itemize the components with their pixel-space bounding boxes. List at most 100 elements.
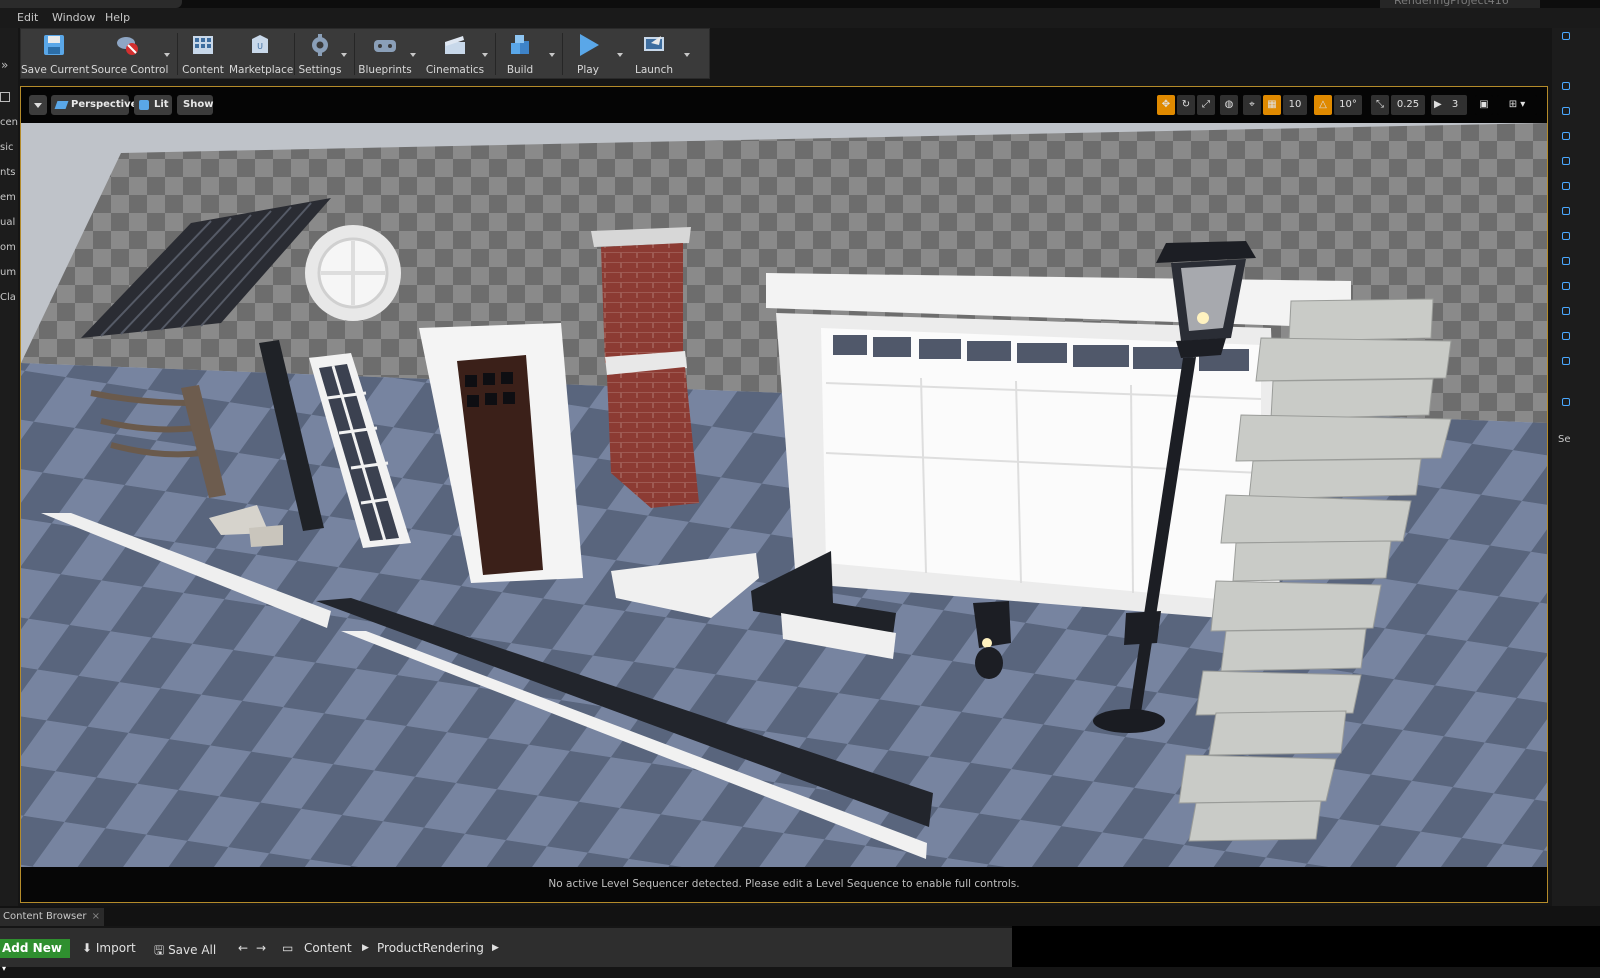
save-icon [44, 35, 64, 55]
blueprints-button[interactable]: Blueprints [357, 29, 413, 79]
cinematics-button[interactable]: Cinematics [424, 29, 486, 79]
launch-dropdown-icon[interactable] [684, 53, 690, 57]
menu-window[interactable]: Window [52, 11, 95, 24]
toolbar-separator [562, 33, 563, 75]
gear-icon [312, 34, 328, 56]
save-icon: 🖫 [154, 943, 165, 957]
outliner-eye-icon[interactable] [1562, 357, 1570, 365]
grid-snap-icon[interactable]: ▦ [1263, 95, 1281, 115]
outliner-eye-icon[interactable] [1562, 282, 1570, 290]
translate-tool-icon[interactable]: ✥ [1157, 95, 1175, 115]
toolbar-separator [177, 33, 178, 75]
left-label-7[interactable]: Cla [0, 292, 16, 303]
close-icon[interactable]: × [92, 908, 100, 926]
rotation-snap-value[interactable]: 10° [1334, 95, 1362, 115]
outliner-eye-icon[interactable] [1562, 32, 1570, 40]
lit-mode-button[interactable]: Lit [134, 95, 172, 115]
scale-snap-icon[interactable]: ⤡ [1371, 95, 1389, 115]
add-new-button[interactable]: Add New ▾ [0, 939, 70, 973]
settings-button[interactable]: Settings [297, 29, 343, 79]
content-browser-tabbar: Content Browser × [0, 906, 1600, 926]
folder-icon[interactable]: ▭ [282, 941, 293, 955]
left-label-5[interactable]: om [0, 242, 16, 253]
lit-sphere-icon [139, 100, 149, 110]
toolbar-separator [495, 33, 496, 75]
camera-speed-button[interactable]: ▶ 3 [1431, 95, 1467, 115]
chevron-down-icon [34, 103, 42, 108]
rotate-tool-icon[interactable]: ↻ [1177, 95, 1195, 115]
viewport-options-button[interactable] [29, 95, 47, 115]
level-tab[interactable] [0, 0, 182, 8]
menu-help[interactable]: Help [105, 11, 130, 24]
rotation-snap-icon[interactable]: △ [1314, 95, 1332, 115]
outliner-eye-icon[interactable] [1562, 82, 1570, 90]
blueprints-dropdown-icon[interactable] [410, 53, 416, 57]
import-button[interactable]: ⬇ Import [82, 941, 136, 955]
outliner-eye-icon[interactable] [1562, 182, 1570, 190]
source-control-dropdown-icon[interactable] [164, 53, 170, 57]
content-browser-toolbar: Add New ▾ ⬇ Import 🖫 Save All ← → ▭ Cont… [0, 928, 1012, 973]
launch-icon [644, 36, 664, 51]
content-grid-icon [193, 36, 213, 54]
import-icon: ⬇ [82, 941, 93, 955]
menu-bar: Edit Window Help [0, 8, 1600, 28]
launch-button[interactable]: Launch [629, 29, 679, 79]
save-all-button[interactable]: 🖫 Save All [154, 941, 216, 962]
expand-icon[interactable]: » [1, 58, 8, 72]
viewport-layout-icon[interactable]: ⊞ ▾ [1497, 95, 1537, 115]
breadcrumb-productrendering[interactable]: ProductRendering [377, 941, 484, 955]
left-label-0[interactable]: cen [0, 117, 18, 128]
outliner-eye-icon[interactable] [1562, 307, 1570, 315]
content-browser-tab[interactable]: Content Browser × [0, 908, 104, 926]
breadcrumb-chevron-icon[interactable]: ▶ [492, 943, 499, 953]
outliner-eye-icon[interactable] [1562, 207, 1570, 215]
project-name: RenderingProject416 [1380, 0, 1540, 8]
clapperboard-icon [445, 36, 465, 54]
sequencer-status: No active Level Sequencer detected. Plea… [21, 867, 1547, 902]
build-button[interactable]: Build [497, 29, 543, 79]
breadcrumb-content[interactable]: Content [304, 941, 352, 955]
perspective-button[interactable]: Perspective [51, 95, 137, 115]
scene-image [21, 123, 1547, 867]
outliner-eye-icon[interactable] [1562, 157, 1570, 165]
save-current-button[interactable]: Save Current [21, 29, 90, 79]
surface-snap-icon[interactable]: ⌖ [1243, 95, 1261, 115]
outliner-eye-icon[interactable] [1562, 257, 1570, 265]
left-label-3[interactable]: em [0, 192, 16, 203]
world-local-icon[interactable]: ◍ [1220, 95, 1238, 115]
perspective-icon [54, 101, 69, 109]
play-button[interactable]: Play [565, 29, 611, 79]
left-label-1[interactable]: sic [0, 142, 14, 153]
outliner-eye-icon[interactable] [1562, 132, 1570, 140]
left-panel-strip: » cen sic nts em ual om um Cla [0, 28, 18, 908]
cinematics-dropdown-icon[interactable] [482, 53, 488, 57]
build-dropdown-icon[interactable] [549, 53, 555, 57]
settings-dropdown-icon[interactable] [341, 53, 347, 57]
outliner-eye-icon[interactable] [1562, 332, 1570, 340]
right-panel-strip: Se [1552, 28, 1600, 908]
menu-edit[interactable]: Edit [17, 11, 38, 24]
outliner-eye-icon[interactable] [1562, 107, 1570, 115]
panel-icon[interactable] [0, 92, 10, 102]
maximize-viewport-icon[interactable]: ▣ [1475, 95, 1493, 115]
show-flags-button[interactable]: Show [177, 95, 213, 115]
scale-tool-icon[interactable]: ⤢ [1197, 95, 1215, 115]
play-dropdown-icon[interactable] [617, 53, 623, 57]
content-button[interactable]: Content [179, 29, 227, 79]
source-control-button[interactable]: Source Control [91, 29, 168, 79]
level-viewport[interactable]: Perspective Lit Show ✥ ↻ ⤢ ◍ ⌖ ▦ 10 △ 10… [20, 86, 1548, 903]
marketplace-button[interactable]: U Marketplace [229, 29, 293, 79]
scene-render [21, 123, 1547, 867]
toolbar-separator [354, 33, 355, 75]
left-label-2[interactable]: nts [0, 167, 15, 178]
details-search-label: Se [1558, 434, 1571, 445]
scale-snap-value[interactable]: 0.25 [1391, 95, 1425, 115]
left-label-6[interactable]: um [0, 267, 16, 278]
grid-snap-value[interactable]: 10 [1283, 95, 1307, 115]
breadcrumb-chevron-icon[interactable]: ▶ [362, 943, 369, 953]
forward-arrow-icon[interactable]: → [256, 941, 266, 955]
outliner-eye-icon[interactable] [1562, 232, 1570, 240]
details-icon[interactable] [1562, 398, 1570, 406]
back-arrow-icon[interactable]: ← [238, 941, 248, 955]
left-label-4[interactable]: ual [0, 217, 15, 228]
